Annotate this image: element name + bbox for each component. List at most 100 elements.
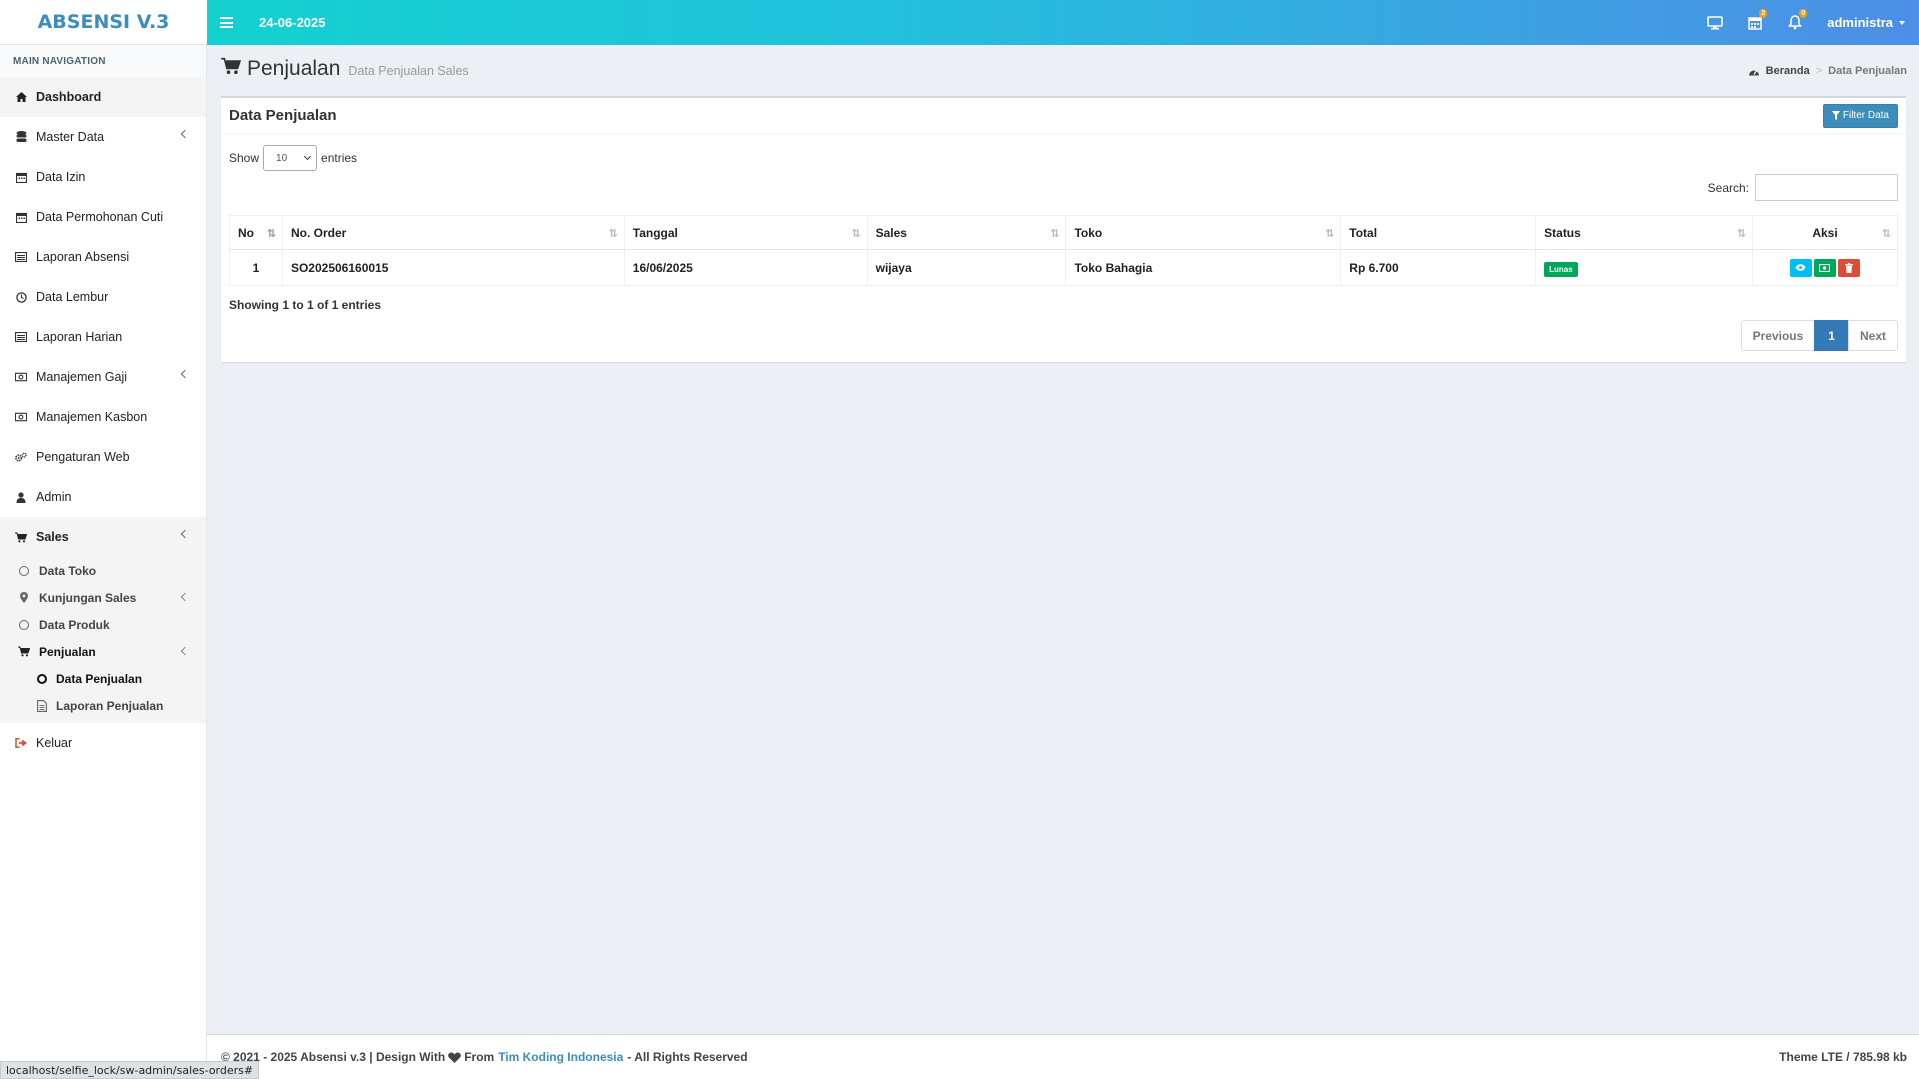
sidebar-item-admin[interactable]: Admin: [0, 477, 206, 517]
view-button[interactable]: [1789, 258, 1812, 277]
sidebar-item-data-produk[interactable]: Data Produk: [0, 611, 206, 638]
th-tanggal[interactable]: Tanggal ⇅: [624, 215, 868, 250]
show-entries: Show 10 entries: [229, 145, 357, 171]
pagination-next[interactable]: Next: [1847, 320, 1898, 351]
sidebar-item-label: Laporan Absensi: [36, 250, 130, 264]
heart-icon: [448, 1052, 462, 1063]
sidebar-item-keluar[interactable]: Keluar: [0, 723, 206, 763]
th-status[interactable]: Status ⇅: [1535, 215, 1753, 250]
sort-icon: ⇅: [1325, 228, 1334, 240]
cart-icon: [221, 57, 241, 75]
file-text-icon: [36, 699, 48, 712]
money-icon: [15, 411, 27, 423]
sort-icon: ⇅: [1736, 228, 1746, 240]
chevron-left-icon: [180, 369, 190, 379]
caret-down-icon: [1899, 20, 1905, 25]
data-box: Data Penjualan Filter Data Show 10 entri…: [221, 96, 1906, 362]
chevron-left-icon: [180, 592, 190, 602]
cell-aksi: [1752, 249, 1899, 286]
sidebar-item-dashboard[interactable]: Dashboard: [0, 77, 206, 117]
sidebar-item-penjualan[interactable]: Penjualan: [0, 638, 206, 665]
sidebar: MAIN NAVIGATION Dashboard Master Data Da…: [0, 45, 207, 1079]
sidebar-item-label: Manajemen Kasbon: [36, 410, 148, 424]
pagination-previous[interactable]: Previous: [1740, 320, 1816, 351]
app-logo[interactable]: ABSENSI V.3: [0, 0, 207, 45]
th-no[interactable]: No ⇅: [229, 215, 283, 250]
chevron-left-icon: [180, 529, 190, 539]
page-subtitle: Data Penjualan Sales: [348, 64, 469, 78]
payment-button[interactable]: [1813, 258, 1836, 277]
sign-out-icon: [15, 737, 27, 749]
list-alt-icon: [15, 251, 27, 263]
table-row: 1 SO202506160015 16/06/2025 wijaya Toko …: [229, 249, 1899, 286]
hamburger-icon: [219, 17, 233, 28]
sidebar-item-data-penjualan[interactable]: Data Penjualan: [0, 665, 206, 692]
page-title: Penjualan: [247, 57, 341, 80]
calendar-button[interactable]: 2: [1735, 0, 1775, 45]
monitor-button[interactable]: [1695, 0, 1735, 45]
clock-icon: [15, 291, 27, 303]
circle-icon: [18, 565, 30, 577]
th-sales[interactable]: Sales ⇅: [867, 215, 1067, 250]
sidebar-item-kunjungan-sales[interactable]: Kunjungan Sales: [0, 584, 206, 611]
cell-status: Lunas: [1535, 249, 1753, 286]
calendar-icon: [1748, 16, 1762, 30]
notification-button[interactable]: 0: [1775, 0, 1815, 45]
th-total[interactable]: Total: [1340, 215, 1537, 250]
sidebar-item-pengaturan-web[interactable]: Pengaturan Web: [0, 437, 206, 477]
sort-asc-icon: ⇅: [266, 228, 276, 240]
delete-button[interactable]: [1837, 258, 1860, 277]
sort-icon: ⇅: [1881, 228, 1891, 240]
cell-order: SO202506160015: [282, 249, 625, 286]
sidebar-item-label: Data Penjualan: [56, 671, 143, 686]
money-icon: [1819, 263, 1831, 272]
chevron-left-icon: [180, 646, 190, 656]
cell-toko: Toko Bahagia: [1065, 249, 1342, 286]
sidebar-item-laporan-penjualan[interactable]: Laporan Penjualan: [0, 692, 206, 719]
sidebar-item-data-toko[interactable]: Data Toko: [0, 557, 206, 584]
sidebar-item-laporan-absensi[interactable]: Laporan Absensi: [0, 237, 206, 277]
footer: © 2021 - 2025 Absensi v.3 | Design With …: [207, 1034, 1919, 1079]
sidebar-item-permohonan-cuti[interactable]: Data Permohonan Cuti: [0, 197, 206, 237]
breadcrumb-home[interactable]: Beranda: [1766, 65, 1810, 77]
sidebar-item-data-lembur[interactable]: Data Lembur: [0, 277, 206, 317]
chevron-down-icon: [303, 152, 312, 161]
eye-icon: [1795, 264, 1806, 271]
filter-data-button[interactable]: Filter Data: [1822, 103, 1898, 128]
sidebar-item-master-data[interactable]: Master Data: [0, 117, 206, 157]
sidebar-item-laporan-harian[interactable]: Laporan Harian: [0, 317, 206, 357]
search-input[interactable]: [1755, 174, 1898, 201]
sales-table: No ⇅ No. Order ⇅ Tanggal ⇅ Sales ⇅ Toko ⇅ Tot…: [229, 215, 1899, 286]
cart-icon: [18, 646, 30, 658]
dashboard-icon: [1748, 69, 1759, 75]
th-aksi[interactable]: Aksi ⇅: [1752, 215, 1899, 250]
box-header: Data Penjualan Filter Data: [221, 98, 1906, 134]
user-menu[interactable]: administra: [1815, 0, 1919, 45]
sidebar-item-manajemen-kasbon[interactable]: Manajemen Kasbon: [0, 397, 206, 437]
sidebar-item-manajemen-gaji[interactable]: Manajemen Gaji: [0, 357, 206, 397]
sales-submenu: Data Toko Kunjungan Sales Data Produk Pe…: [0, 557, 206, 723]
entries-select-value: 10: [276, 152, 288, 164]
sidebar-toggle-button[interactable]: [207, 0, 245, 45]
sidebar-item-label: Master Data: [36, 130, 105, 144]
gears-icon: [15, 451, 27, 463]
sidebar-item-sales[interactable]: Sales: [0, 517, 206, 557]
entries-select[interactable]: 10: [263, 145, 318, 171]
footer-link[interactable]: Tim Koding Indonesia: [498, 1050, 623, 1064]
sidebar-item-data-izin[interactable]: Data Izin: [0, 157, 206, 197]
table-info: Showing 1 to 1 of 1 entries: [229, 298, 382, 312]
breadcrumb-current: Data Penjualan: [1828, 65, 1907, 77]
cell-total: Rp 6.700: [1340, 249, 1537, 286]
sidebar-item-label: Keluar: [36, 736, 73, 750]
footer-theme-info: Theme LTE / 785.98 kb: [1779, 1050, 1907, 1064]
cart-icon: [15, 531, 27, 543]
circle-icon: [36, 673, 48, 685]
sort-icon: ⇅: [608, 228, 618, 240]
status-badge: Lunas: [1544, 261, 1578, 277]
th-toko[interactable]: Toko ⇅: [1065, 215, 1342, 250]
sidebar-header: MAIN NAVIGATION: [0, 45, 206, 77]
user-icon: [15, 491, 27, 503]
pagination-page-1[interactable]: 1: [1814, 320, 1849, 351]
th-no-order[interactable]: No. Order ⇅: [282, 215, 625, 250]
entries-label: entries: [321, 151, 358, 165]
